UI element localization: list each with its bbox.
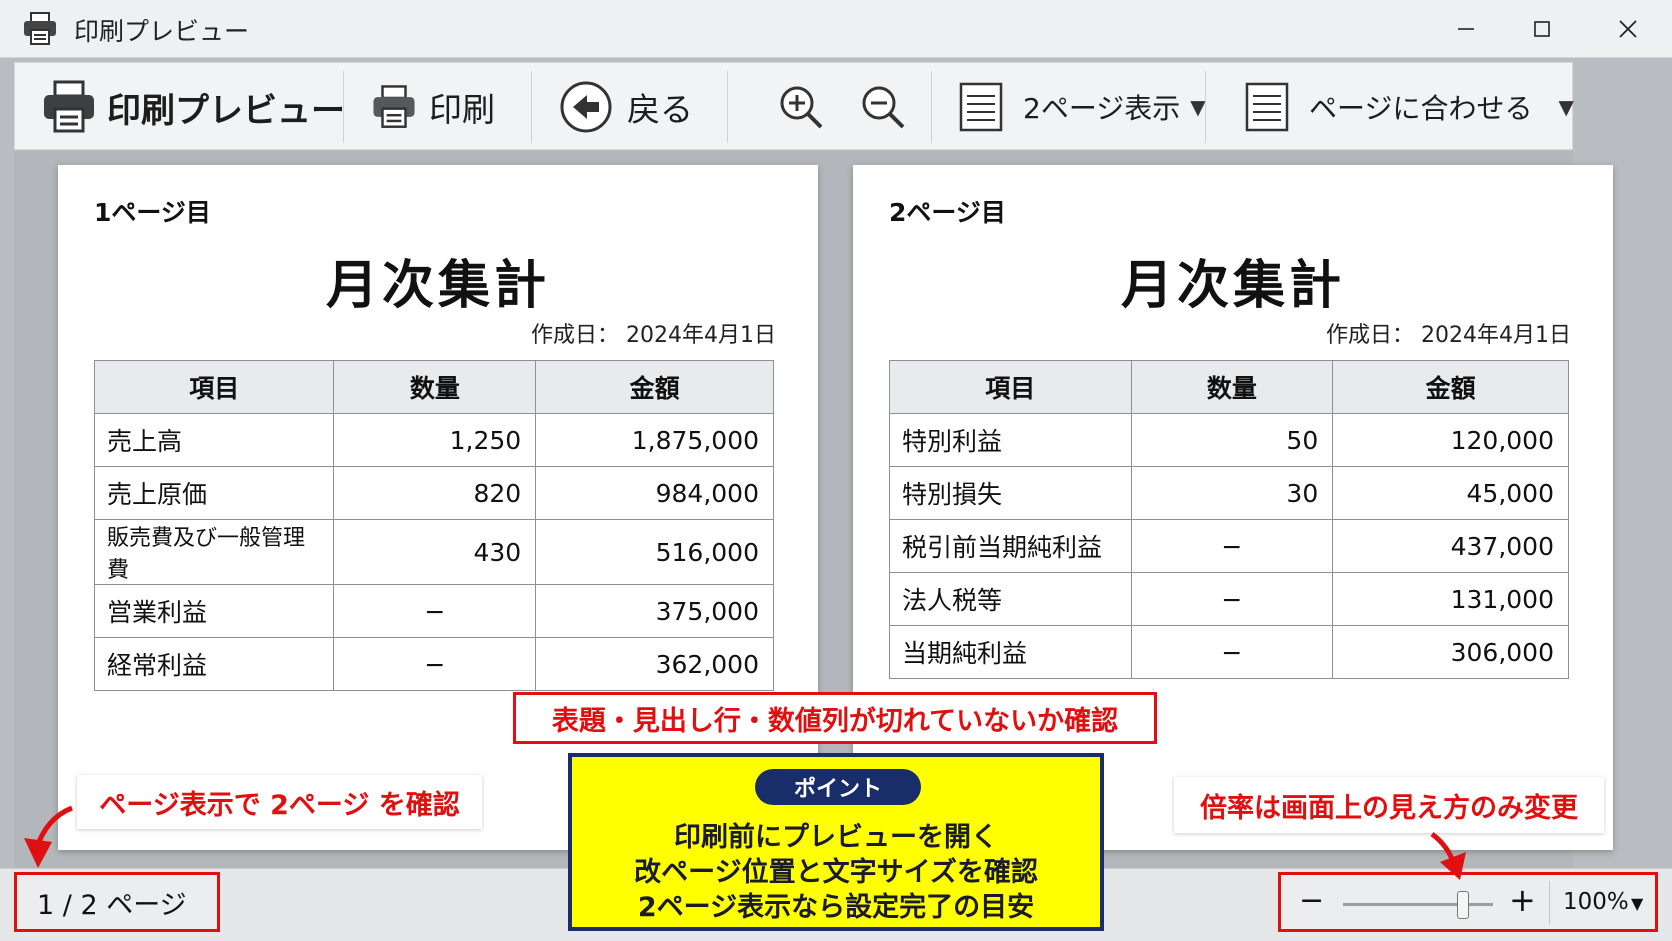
arrow-icon xyxy=(1430,832,1466,880)
annotation-arrows xyxy=(24,805,1466,880)
arrow-icon xyxy=(24,805,73,868)
